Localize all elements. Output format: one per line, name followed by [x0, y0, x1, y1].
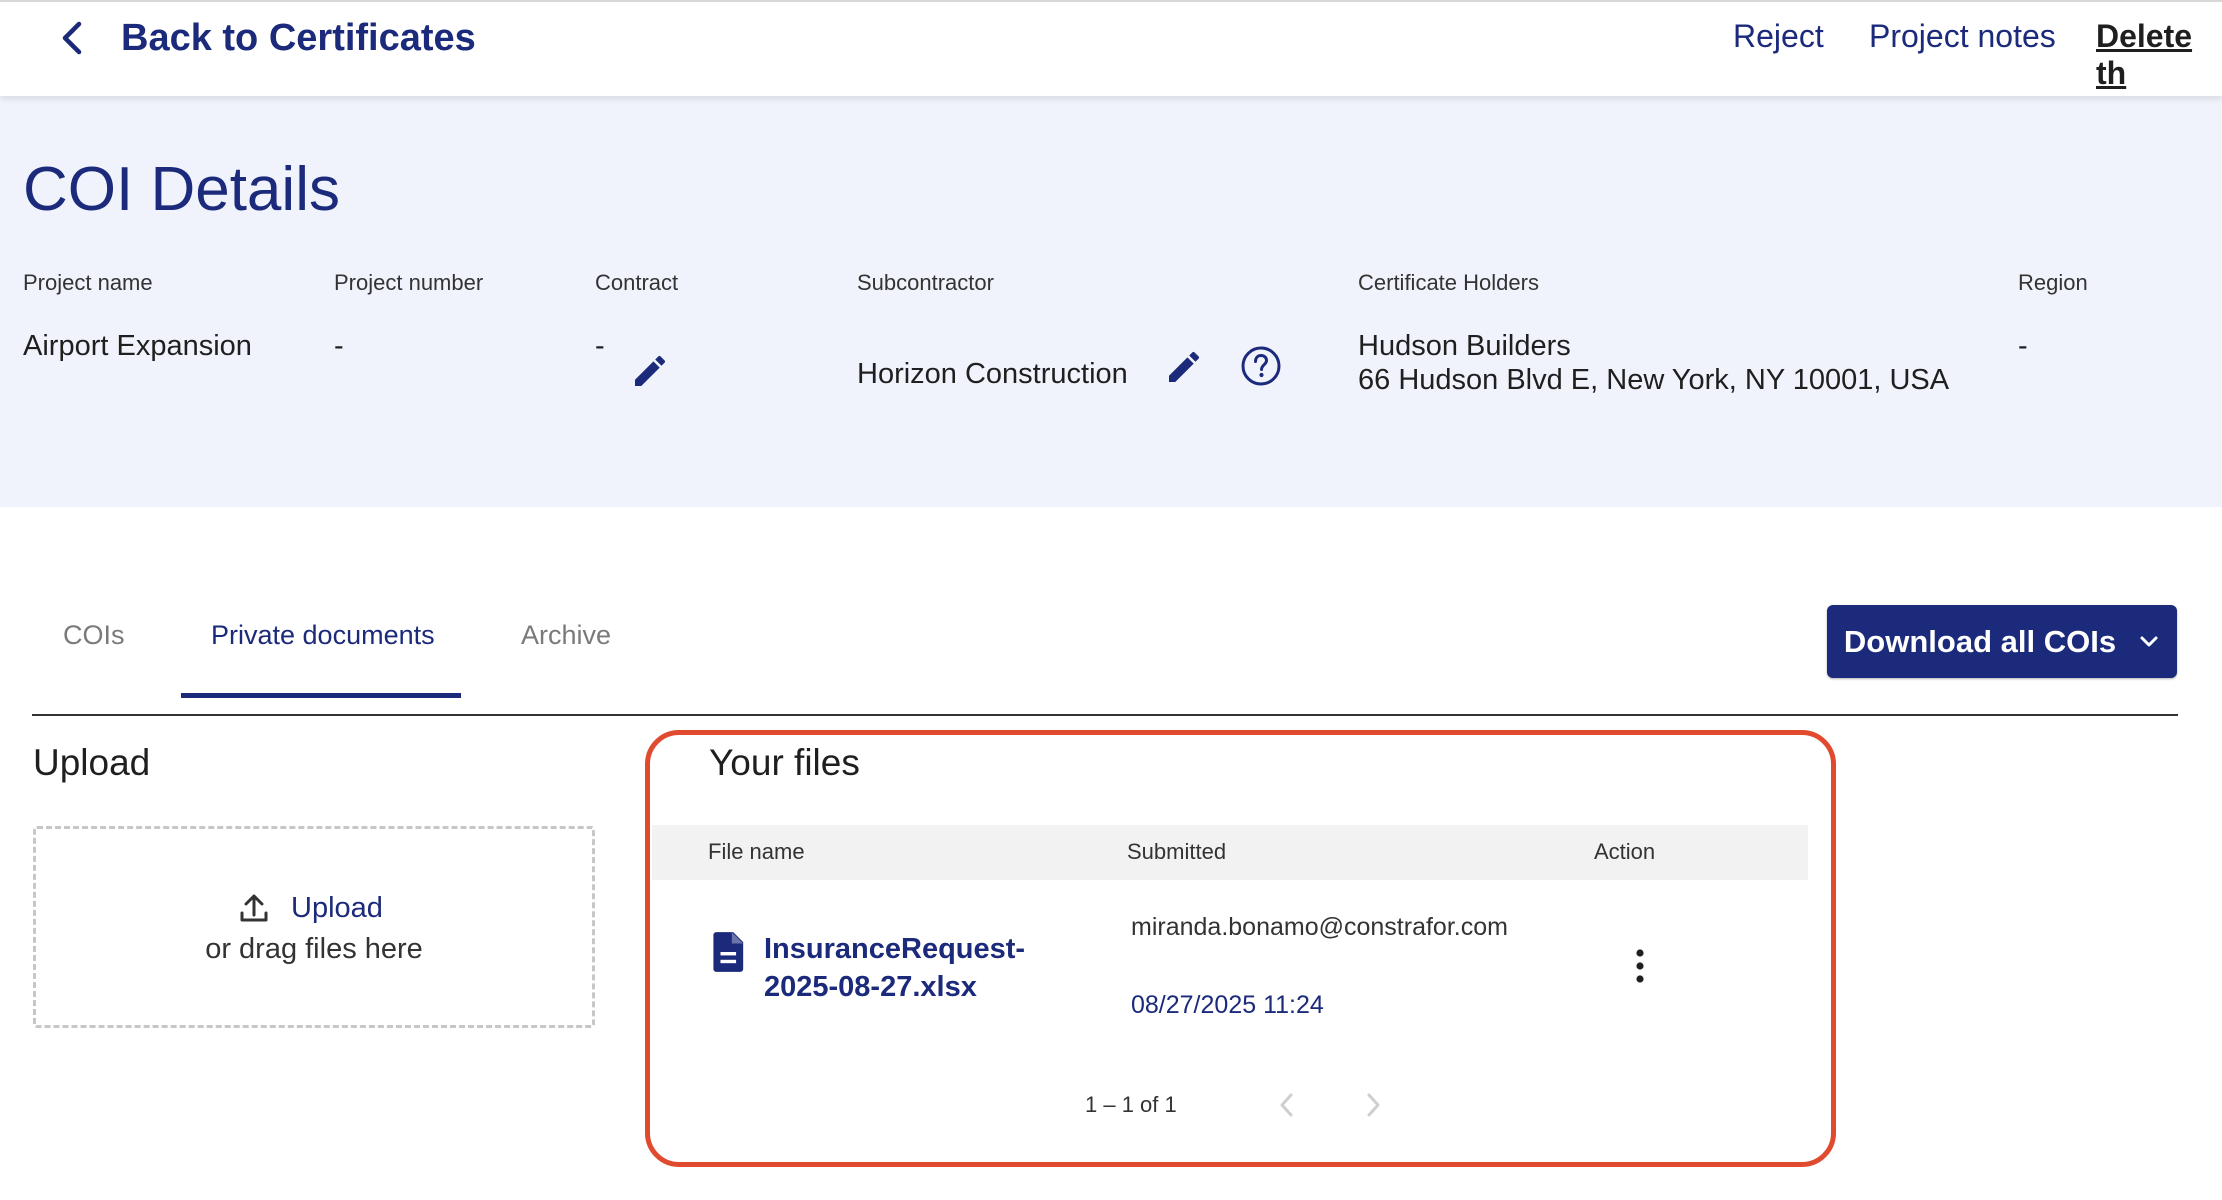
files-title: Your files — [709, 742, 860, 783]
top-bar: Back to Certificates Reject Project note… — [0, 0, 2222, 96]
contract-label: Contract — [595, 270, 679, 295]
delete-link[interactable]: Delete th — [2096, 18, 2222, 92]
chevron-right-icon — [1367, 1093, 1380, 1117]
file-link[interactable]: InsuranceRequest- 2025-08-27.xlsx — [712, 930, 1025, 1006]
tab-private-documents[interactable]: Private documents — [211, 620, 435, 651]
region-value: - — [2018, 330, 2028, 362]
submitted-by: miranda.bonamo@constrafor.com — [1131, 913, 1508, 941]
pencil-icon — [635, 355, 666, 386]
pagination-range: 1 – 1 of 1 — [1085, 1092, 1177, 1117]
column-action: Action — [1594, 839, 1656, 864]
submitted-at: 08/27/2025 11:24 — [1131, 991, 1324, 1019]
next-page-button[interactable] — [1362, 1090, 1384, 1125]
file-name-line2: 2025-08-27.xlsx — [764, 971, 977, 1003]
drag-hint: or drag files here — [205, 933, 423, 965]
coi-details-header: COI Details Project name Airport Expansi… — [0, 94, 2222, 507]
pencil-icon — [1169, 351, 1200, 382]
file-name: InsuranceRequest- 2025-08-27.xlsx — [764, 930, 1025, 1006]
chevron-left-icon — [1280, 1093, 1293, 1117]
tabs-divider — [32, 714, 2178, 716]
tab-cois[interactable]: COIs — [63, 620, 125, 651]
project-number-label: Project number — [334, 270, 484, 295]
files-table-header: File name Submitted Action — [652, 825, 1808, 880]
previous-page-button[interactable] — [1276, 1090, 1298, 1125]
subcontractor-label: Subcontractor — [857, 270, 994, 295]
project-notes-link[interactable]: Project notes — [1869, 18, 2056, 55]
project-number-value: - — [334, 330, 344, 362]
subcontractor-value: Horizon Construction — [857, 358, 1128, 390]
page-title: COI Details — [23, 155, 340, 224]
contract-value: - — [595, 330, 605, 362]
column-file-name: File name — [708, 839, 805, 864]
subcontractor-help-button[interactable] — [1240, 345, 1282, 392]
upload-link[interactable]: Upload — [237, 891, 383, 925]
back-to-certificates-link[interactable]: Back to Certificates — [55, 16, 476, 60]
upload-dropzone[interactable]: Upload or drag files here — [33, 826, 595, 1028]
active-tab-indicator — [181, 693, 461, 698]
tab-archive[interactable]: Archive — [521, 620, 611, 651]
download-all-cois-button[interactable]: Download all COIs — [1827, 605, 2177, 678]
document-icon — [713, 932, 744, 972]
certificate-holders-label: Certificate Holders — [1358, 270, 1539, 295]
chevron-left-icon — [62, 21, 82, 55]
download-all-cois-label: Download all COIs — [1843, 623, 2117, 659]
project-name-value: Airport Expansion — [23, 330, 252, 362]
row-actions-button[interactable] — [1622, 945, 1658, 987]
certificate-holder-address: 66 Hudson Blvd E, New York, NY 10001, US… — [1358, 364, 1950, 396]
upload-title: Upload — [33, 742, 151, 783]
column-submitted: Submitted — [1127, 839, 1227, 864]
file-name-line1: InsuranceRequest- — [764, 933, 1026, 965]
back-label: Back to Certificates — [121, 16, 476, 59]
upload-link-label: Upload — [291, 891, 383, 924]
project-name-label: Project name — [23, 270, 153, 295]
more-vertical-icon — [1636, 949, 1644, 983]
reject-link[interactable]: Reject — [1733, 18, 1824, 55]
certificate-holder-name: Hudson Builders — [1358, 330, 1571, 362]
region-label: Region — [2018, 270, 2088, 295]
edit-contract-button[interactable] — [630, 351, 670, 396]
edit-subcontractor-button[interactable] — [1164, 347, 1204, 392]
help-circle-icon — [1241, 346, 1281, 386]
chevron-down-icon — [2140, 636, 2158, 646]
upload-icon — [240, 894, 268, 922]
